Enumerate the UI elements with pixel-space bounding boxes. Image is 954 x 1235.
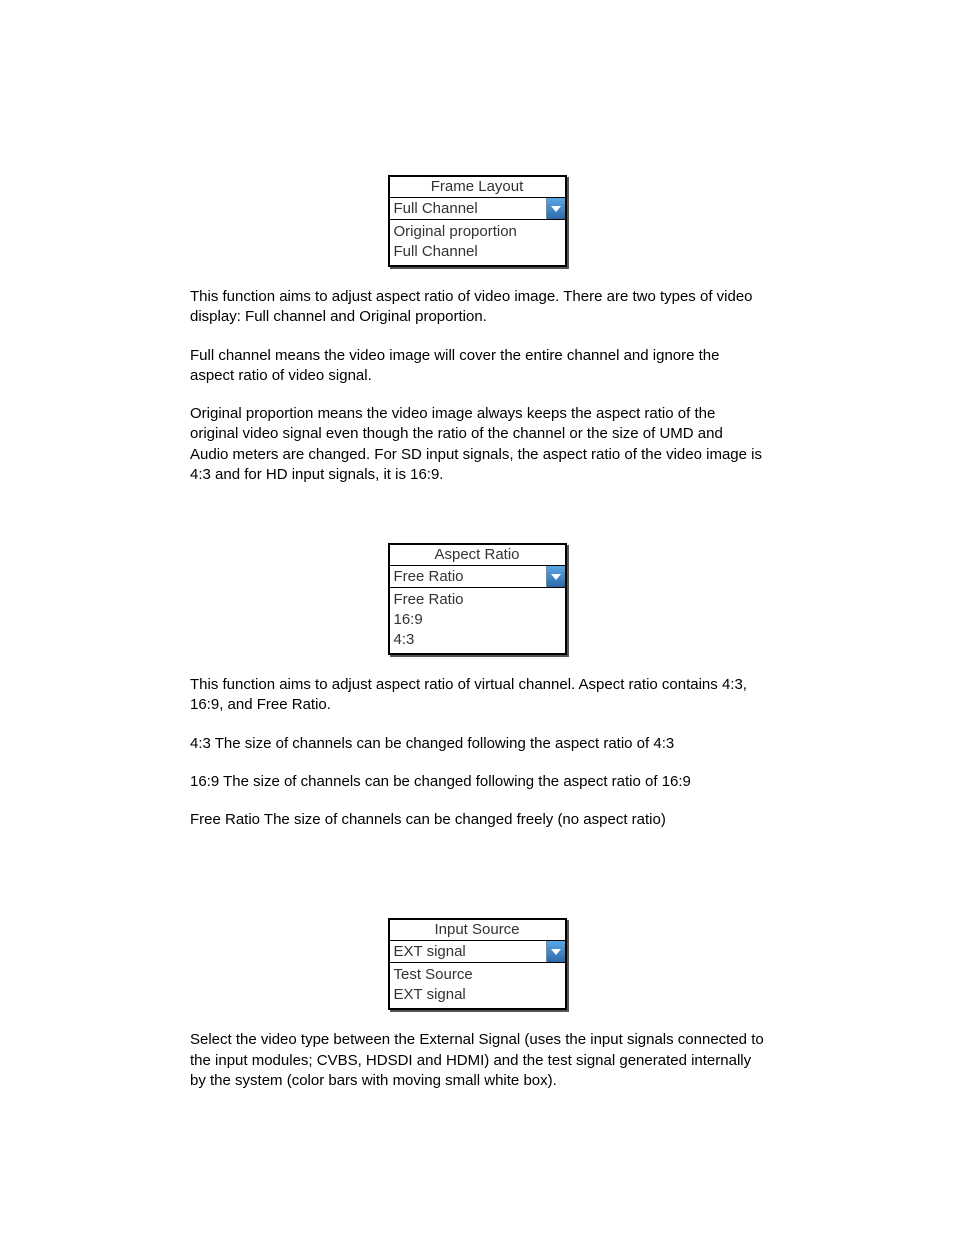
body-text: Original proportion means the video imag… [190,404,764,485]
frame-layout-title: Frame Layout [390,177,565,198]
frame-layout-option[interactable]: Original proportion [394,222,561,242]
input-source-options: Test Source EXT signal [390,963,565,1008]
aspect-ratio-dropdown: Aspect Ratio Free Ratio Free Ratio 16:9 … [388,543,567,655]
input-source-title: Input Source [390,920,565,941]
frame-layout-selected-text: Full Channel [390,198,546,219]
body-text: Free Ratio The size of channels can be c… [190,810,764,830]
body-text: 4:3 The size of channels can be changed … [190,734,764,754]
body-text: This function aims to adjust aspect rati… [190,675,764,716]
aspect-ratio-title: Aspect Ratio [390,545,565,566]
aspect-ratio-selected-row[interactable]: Free Ratio [390,566,565,588]
frame-layout-dropdown: Frame Layout Full Channel Original propo… [388,175,567,267]
aspect-ratio-option[interactable]: 4:3 [394,630,561,650]
dropdown-arrow-icon[interactable] [546,941,565,962]
input-source-option[interactable]: EXT signal [394,985,561,1005]
dropdown-arrow-icon[interactable] [546,566,565,587]
dropdown-arrow-icon[interactable] [546,198,565,219]
aspect-ratio-option[interactable]: Free Ratio [394,590,561,610]
page: Frame Layout Full Channel Original propo… [0,0,954,1235]
body-text: Select the video type between the Extern… [190,1030,764,1091]
input-source-dropdown: Input Source EXT signal Test Source EXT … [388,918,567,1010]
aspect-ratio-option[interactable]: 16:9 [394,610,561,630]
frame-layout-selected-row[interactable]: Full Channel [390,198,565,220]
frame-layout-option[interactable]: Full Channel [394,242,561,262]
input-source-selected-text: EXT signal [390,941,546,962]
input-source-option[interactable]: Test Source [394,965,561,985]
body-text: Full channel means the video image will … [190,346,764,387]
aspect-ratio-selected-text: Free Ratio [390,566,546,587]
body-text: This function aims to adjust aspect rati… [190,287,764,328]
aspect-ratio-options: Free Ratio 16:9 4:3 [390,588,565,653]
body-text: 16:9 The size of channels can be changed… [190,772,764,792]
frame-layout-options: Original proportion Full Channel [390,220,565,265]
input-source-selected-row[interactable]: EXT signal [390,941,565,963]
